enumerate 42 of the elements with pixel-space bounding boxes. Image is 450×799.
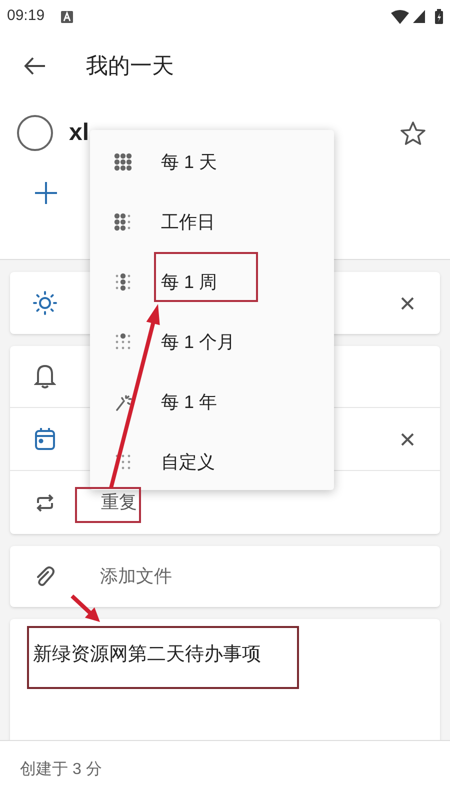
sparkle-icon xyxy=(114,393,132,411)
paperclip-icon xyxy=(35,566,55,588)
complete-checkbox[interactable] xyxy=(17,115,53,151)
menu-item-label: 工作日 xyxy=(161,210,215,234)
note-text: 新绿资源网第二天待办事项 xyxy=(33,644,261,665)
repeat-row[interactable]: 重复 xyxy=(10,471,440,534)
signal-icon xyxy=(413,10,425,23)
menu-item-label: 每 1 年 xyxy=(161,390,218,414)
repeat-icon xyxy=(35,494,55,512)
menu-item-label: 每 1 周 xyxy=(161,270,218,294)
menu-item[interactable]: 工作日 xyxy=(90,192,334,252)
close-icon[interactable] xyxy=(401,432,414,446)
calendar-icon xyxy=(34,427,56,451)
task-title: xl xyxy=(69,118,90,148)
menu-item[interactable]: 每 1 周 xyxy=(90,252,334,312)
menu-item-label: 每 1 个月 xyxy=(161,330,236,354)
dots-icon xyxy=(114,333,132,351)
battery-icon xyxy=(435,9,443,24)
repeat-label: 重复 xyxy=(101,491,137,514)
annotation-box xyxy=(75,487,141,523)
menu-item[interactable]: 每 1 个月 xyxy=(90,312,334,372)
dots-icon xyxy=(114,213,132,231)
menu-item-label: 每 1 天 xyxy=(161,150,218,174)
back-icon[interactable] xyxy=(24,56,46,74)
menu-item[interactable]: 每 1 年 xyxy=(90,372,334,432)
dots-icon xyxy=(114,273,132,291)
star-icon[interactable] xyxy=(400,120,426,146)
keyboard-icon xyxy=(60,10,73,22)
add-step-icon[interactable] xyxy=(35,182,57,204)
add-file-label: 添加文件 xyxy=(100,565,172,588)
close-icon[interactable] xyxy=(401,296,414,310)
page-title: 我的一天 xyxy=(86,52,174,80)
menu-item[interactable]: 每 1 天 xyxy=(90,132,334,192)
add-file-row[interactable]: 添加文件 xyxy=(10,546,440,607)
dots-icon xyxy=(114,153,132,171)
annotation-arrow xyxy=(70,594,100,622)
sun-icon xyxy=(33,291,57,315)
menu-item-label: 自定义 xyxy=(161,450,215,474)
created-time: 创建于 3 分 xyxy=(20,760,102,780)
bell-icon xyxy=(34,364,56,389)
wifi-icon xyxy=(391,10,409,24)
status-time: 09:19 xyxy=(7,6,45,26)
